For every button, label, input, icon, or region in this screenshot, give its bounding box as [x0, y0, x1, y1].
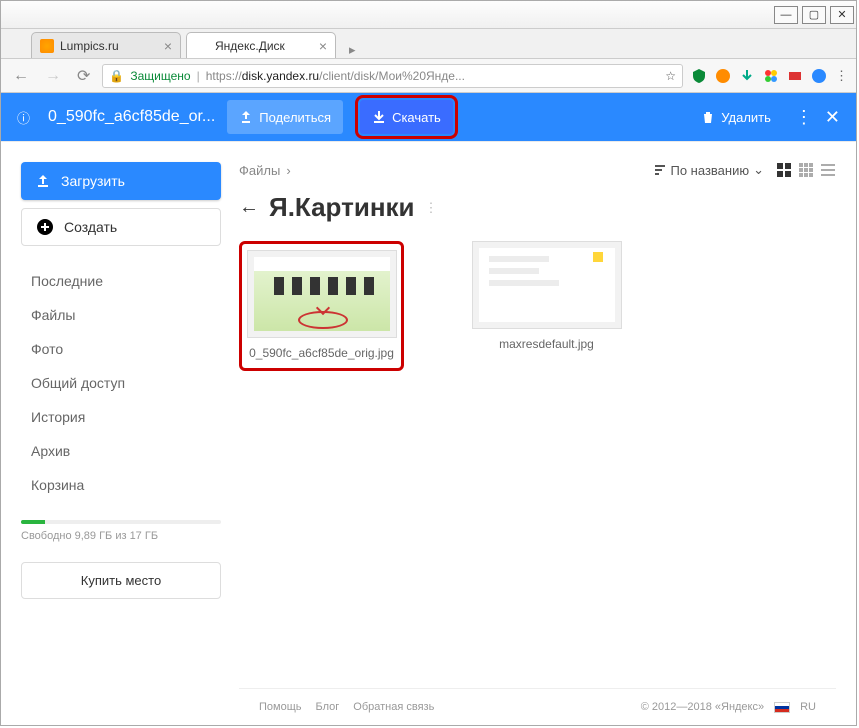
more-menu-icon[interactable]: ⋮: [795, 107, 813, 128]
favicon-yandex: [195, 39, 209, 53]
sort-dropdown[interactable]: По названию ⌄: [653, 162, 765, 178]
window-maximize[interactable]: ▢: [802, 6, 826, 24]
extension-blue-icon[interactable]: [811, 68, 827, 84]
share-label: Поделиться: [259, 110, 331, 125]
folder-title: Я.Картинки: [269, 192, 415, 223]
extension-adblock-icon[interactable]: [691, 68, 707, 84]
nav-forward[interactable]: →: [41, 67, 65, 85]
footer-blog-link[interactable]: Блог: [316, 701, 340, 713]
folder-menu-icon[interactable]: ⋮: [425, 200, 438, 216]
crumb-sep-icon: ›: [286, 163, 290, 178]
browser-tab-lumpics[interactable]: Lumpics.ru ×: [31, 32, 181, 58]
browser-menu-icon[interactable]: ⋮: [835, 68, 848, 84]
view-large-grid-icon[interactable]: [776, 162, 792, 178]
delete-button[interactable]: Удалить: [689, 100, 783, 134]
nav-reload[interactable]: ⟳: [73, 66, 94, 86]
footer-copyright: © 2012—2018 «Яндекс»: [641, 701, 764, 713]
file-item[interactable]: maxresdefault.jpg: [464, 241, 629, 371]
secure-icon: 🔒: [109, 69, 124, 83]
sidebar-item-shared[interactable]: Общий доступ: [21, 366, 221, 400]
share-icon: [239, 110, 253, 124]
sidebar-item-archive[interactable]: Архив: [21, 434, 221, 468]
new-tab-button[interactable]: ▸: [341, 42, 364, 58]
file-item-selected[interactable]: 0_590fc_a6cf85de_orig.jpg: [239, 241, 404, 371]
storage-meter: Свободно 9,89 ГБ из 17 ГБ: [21, 520, 221, 542]
selected-file-title: 0_590fc_a6cf85de_or...: [48, 108, 215, 126]
browser-tab-yandex-disk[interactable]: Яндекс.Диск ×: [186, 32, 336, 58]
secure-label: Защищено: [130, 69, 190, 83]
upload-icon: [35, 173, 51, 189]
favicon-lumpics: [40, 39, 54, 53]
share-button[interactable]: Поделиться: [227, 100, 343, 134]
extension-red-icon[interactable]: [787, 68, 803, 84]
upload-label: Загрузить: [61, 173, 125, 189]
extension-savefrom-icon[interactable]: [739, 68, 755, 84]
crumb-root[interactable]: Файлы: [239, 163, 280, 178]
tab-close-icon[interactable]: ×: [319, 38, 327, 54]
buy-storage-button[interactable]: Купить место: [21, 562, 221, 599]
file-thumbnail: [472, 241, 622, 329]
tab-title: Яндекс.Диск: [215, 39, 285, 53]
upload-button[interactable]: Загрузить: [21, 162, 221, 200]
trash-icon: [701, 110, 715, 124]
extension-multi-icon[interactable]: [763, 68, 779, 84]
bookmark-star-icon[interactable]: ☆: [665, 69, 676, 83]
nav-back[interactable]: ←: [9, 67, 33, 85]
sort-label: По названию: [671, 163, 750, 178]
file-thumbnail: [247, 250, 397, 338]
url-text: https://disk.yandex.ru/client/disk/Мои%2…: [206, 69, 465, 83]
tab-close-icon[interactable]: ×: [164, 38, 172, 54]
download-highlight: Скачать: [355, 95, 458, 139]
plus-icon: [36, 218, 54, 236]
window-minimize[interactable]: —: [774, 6, 798, 24]
extension-orange-icon[interactable]: [715, 68, 731, 84]
info-icon[interactable]: ⓘ: [17, 108, 30, 127]
file-name-label: 0_590fc_a6cf85de_orig.jpg: [249, 346, 394, 362]
download-button[interactable]: Скачать: [360, 100, 453, 134]
tab-title: Lumpics.ru: [60, 39, 119, 53]
sidebar-item-trash[interactable]: Корзина: [21, 468, 221, 502]
delete-label: Удалить: [721, 110, 771, 125]
sort-icon: [653, 163, 667, 177]
chevron-down-icon: ⌄: [753, 162, 764, 178]
create-button[interactable]: Создать: [21, 208, 221, 246]
back-button[interactable]: ←: [239, 196, 259, 219]
close-panel-icon[interactable]: ✕: [825, 107, 840, 128]
sidebar-item-recent[interactable]: Последние: [21, 264, 221, 298]
footer-feedback-link[interactable]: Обратная связь: [353, 701, 434, 713]
view-small-grid-icon[interactable]: [798, 162, 814, 178]
footer-help-link[interactable]: Помощь: [259, 701, 302, 713]
sidebar-item-photo[interactable]: Фото: [21, 332, 221, 366]
download-icon: [372, 110, 386, 124]
download-label: Скачать: [392, 110, 441, 125]
file-name-label: maxresdefault.jpg: [499, 337, 594, 353]
sidebar-item-history[interactable]: История: [21, 400, 221, 434]
breadcrumb[interactable]: Файлы ›: [239, 163, 291, 178]
view-list-icon[interactable]: [820, 162, 836, 178]
language-selector[interactable]: RU: [800, 701, 816, 713]
address-bar[interactable]: 🔒 Защищено | https://disk.yandex.ru/clie…: [102, 64, 683, 88]
create-label: Создать: [64, 219, 117, 235]
storage-label: Свободно 9,89 ГБ из 17 ГБ: [21, 530, 221, 542]
window-close[interactable]: ✕: [830, 6, 854, 24]
flag-ru-icon: [774, 702, 790, 713]
sidebar-item-files[interactable]: Файлы: [21, 298, 221, 332]
